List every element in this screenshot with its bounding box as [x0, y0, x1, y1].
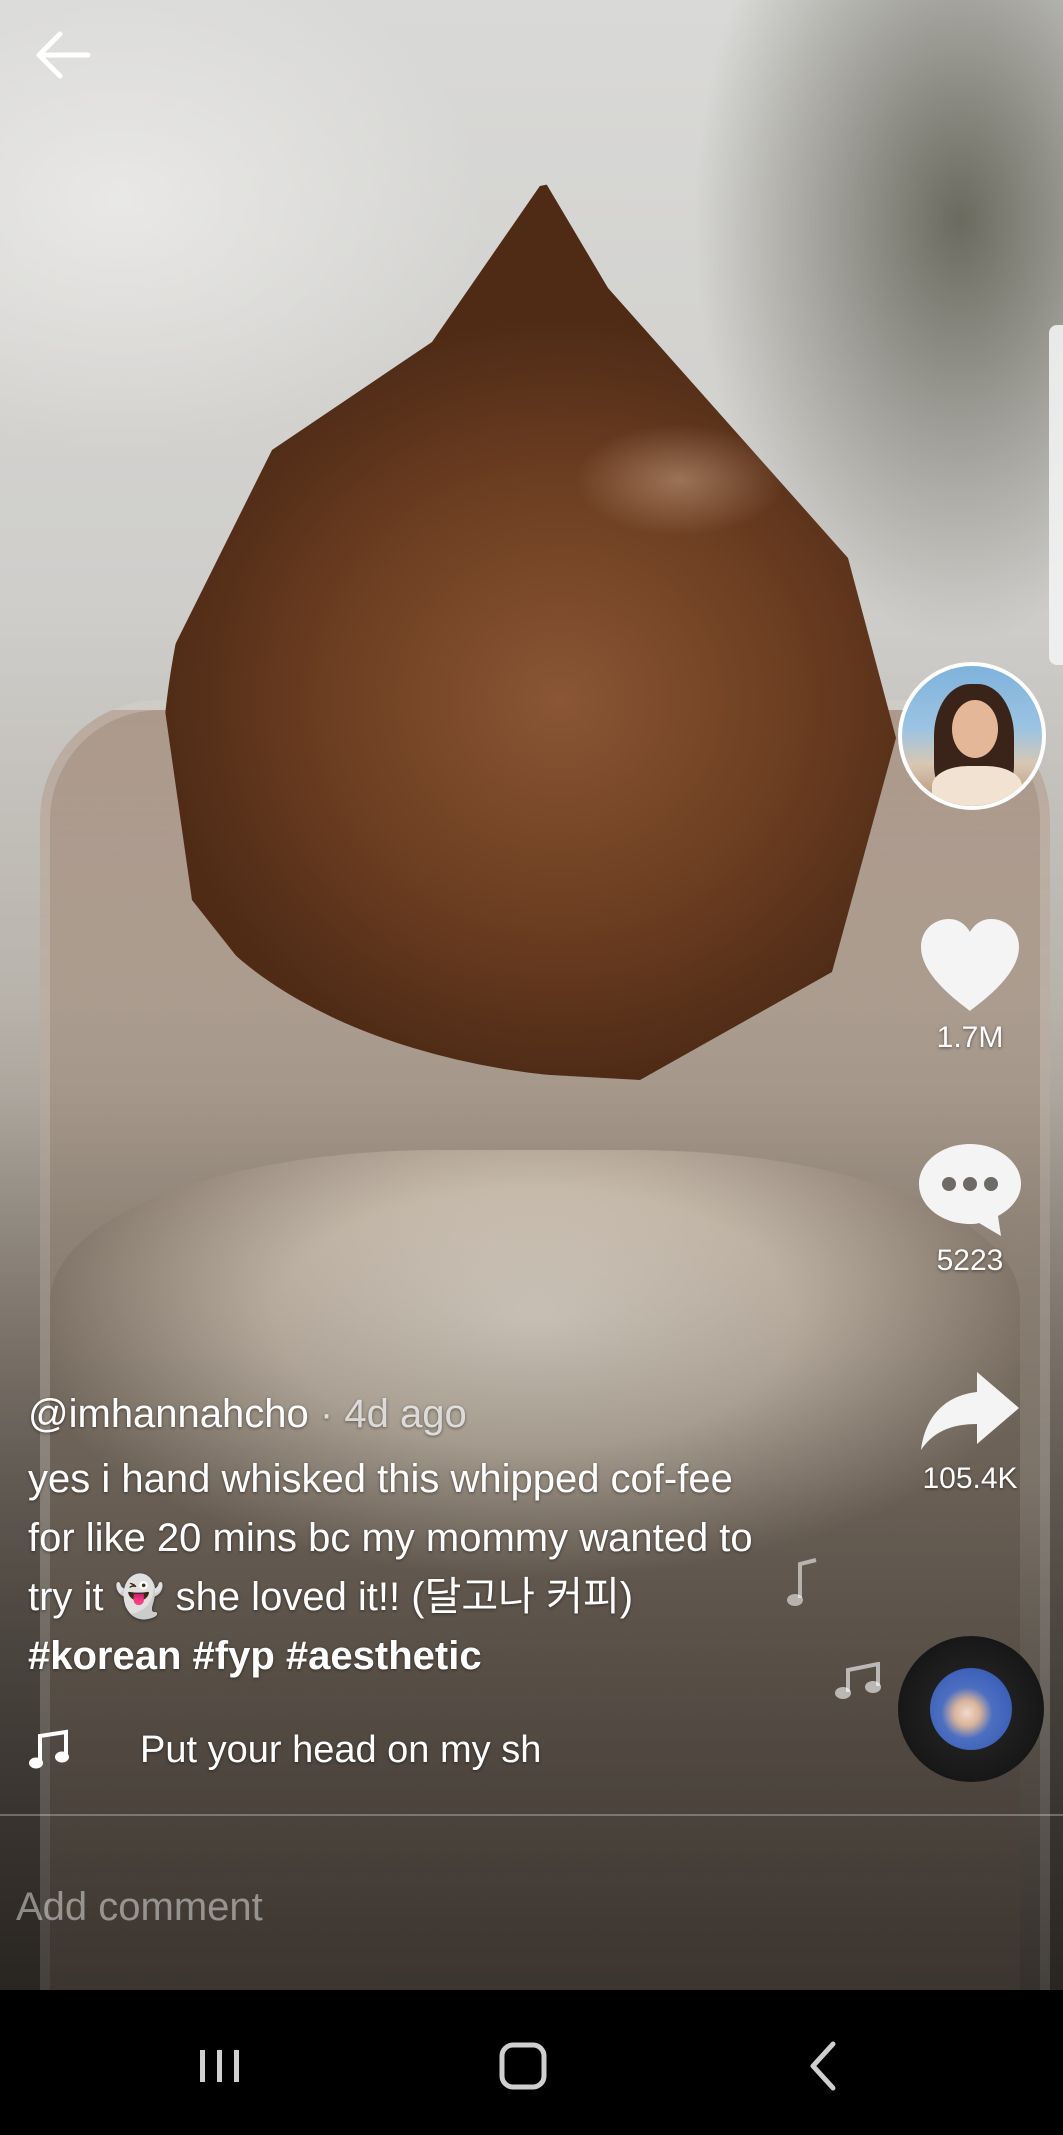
music-note-icon [787, 1558, 817, 1606]
recents-button[interactable] [180, 2026, 260, 2106]
edge-panel-handle[interactable] [1049, 325, 1063, 665]
arrow-left-icon [36, 31, 91, 79]
author-avatar[interactable] [898, 662, 1046, 810]
like-count: 1.7M [936, 1021, 1004, 1054]
share-count: 105.4K [922, 1462, 1018, 1495]
hashtag[interactable]: #korean [28, 1634, 181, 1678]
video-caption: yes i hand whisked this whipped cof-fee … [28, 1450, 768, 1686]
add-comment-input[interactable] [14, 1878, 818, 1936]
separator-dot: · [319, 1392, 334, 1436]
hashtag[interactable]: #aesthetic [286, 1634, 482, 1678]
song-title: Put your head on my sh [140, 1729, 542, 1771]
share-arrow-icon [921, 1372, 1019, 1450]
speech-bubble-icon [919, 1144, 1021, 1236]
comment-button[interactable]: 5223 [905, 1138, 1035, 1278]
music-note-icon [835, 1662, 881, 1699]
heart-icon [921, 919, 1019, 1011]
home-icon [499, 2042, 547, 2090]
song-row[interactable]: Put your head on my sh [28, 1722, 588, 1778]
post-time: 4d ago [344, 1392, 467, 1436]
music-disc-cover [930, 1668, 1012, 1750]
author-line: @imhannahcho · 4d ago [28, 1388, 788, 1440]
music-note-icon [29, 1729, 69, 1769]
share-button[interactable]: 105.4K [905, 1366, 1035, 1496]
divider [0, 1814, 1063, 1816]
like-button[interactable]: 1.7M [905, 915, 1035, 1055]
author-username[interactable]: @imhannahcho [28, 1392, 309, 1436]
nav-back-button[interactable] [785, 2026, 865, 2106]
music-disc[interactable] [898, 1636, 1044, 1782]
video-info: @imhannahcho · 4d ago yes i hand whisked… [28, 1388, 788, 1686]
chevron-left-icon [810, 2041, 836, 2091]
caption-text: yes i hand whisked this whipped cof-fee … [28, 1457, 753, 1619]
home-button[interactable] [483, 2026, 563, 2106]
hashtag[interactable]: #fyp [193, 1634, 275, 1678]
comment-count: 5223 [936, 1244, 1004, 1277]
recents-icon [200, 2050, 239, 2082]
back-button[interactable] [30, 22, 96, 88]
system-nav-bar [0, 1990, 1063, 2135]
